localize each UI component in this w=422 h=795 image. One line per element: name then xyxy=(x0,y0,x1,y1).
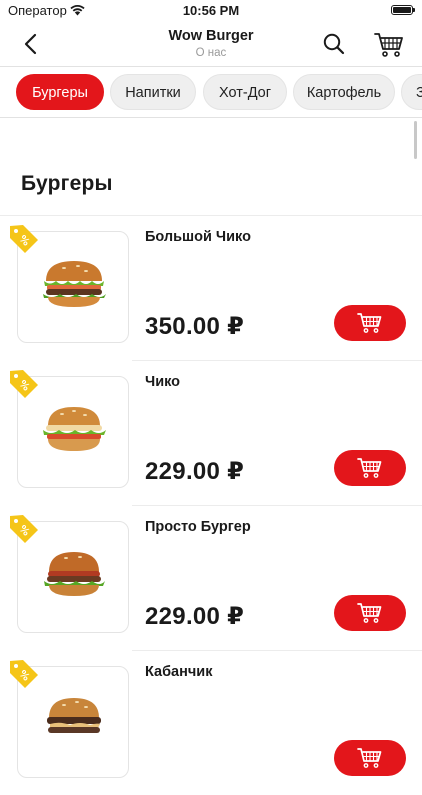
tab-hotdog[interactable]: Хот-Дог xyxy=(203,74,287,110)
product-name: Чико xyxy=(145,374,181,390)
divider xyxy=(132,360,422,361)
burger-image xyxy=(44,552,105,596)
discount-tag-icon: % xyxy=(10,225,38,253)
product-price: 229.00 ₽ xyxy=(145,458,245,485)
status-bar: Оператор 10:56 PM xyxy=(0,0,422,22)
product-card[interactable]: % Просто Бургер 229.00 ₽ xyxy=(0,505,422,650)
cart-add-icon xyxy=(357,603,382,623)
cart-add-icon xyxy=(357,748,382,768)
tab-burgers[interactable]: Бургеры xyxy=(16,74,104,110)
divider xyxy=(132,650,422,651)
about-link[interactable]: О нас xyxy=(0,47,422,59)
divider xyxy=(0,215,422,216)
cart-add-icon xyxy=(357,313,382,333)
cart-icon[interactable] xyxy=(373,29,405,59)
product-card[interactable]: % Кабанчик xyxy=(0,650,422,795)
tab-drinks[interactable]: Напитки xyxy=(110,74,196,110)
product-price: 350.00 ₽ xyxy=(145,313,245,340)
discount-tag-icon: % xyxy=(10,660,38,688)
battery-icon xyxy=(391,5,415,15)
burger-image xyxy=(43,261,106,307)
burger-image xyxy=(43,407,106,451)
add-to-cart-button[interactable] xyxy=(334,595,406,631)
product-price: 229.00 ₽ xyxy=(145,603,245,630)
tab-potato[interactable]: Картофель xyxy=(293,74,395,110)
product-name: Большой Чико xyxy=(145,229,251,245)
page-title: Wow Burger xyxy=(168,28,254,44)
add-to-cart-button[interactable] xyxy=(334,305,406,341)
status-time: 10:56 PM xyxy=(182,3,240,18)
search-icon[interactable] xyxy=(320,30,348,58)
category-tabs[interactable]: Бургеры Напитки Хот-Дог Картофель З xyxy=(0,67,422,117)
cart-add-icon xyxy=(357,458,382,478)
burger-image xyxy=(47,698,101,733)
divider xyxy=(132,505,422,506)
add-to-cart-button[interactable] xyxy=(334,450,406,486)
scroll-indicator xyxy=(414,121,417,159)
product-card[interactable]: % Большой Чико 350.00 ₽ xyxy=(0,215,422,360)
discount-tag-icon: % xyxy=(10,515,38,543)
product-name: Просто Бургер xyxy=(145,519,251,535)
section-title: Бургеры xyxy=(21,172,113,195)
tab-next[interactable]: З xyxy=(401,74,422,110)
navigation-bar: Wow Burger О нас xyxy=(0,22,422,66)
product-name: Кабанчик xyxy=(145,664,213,680)
product-card[interactable]: % Чико 229.00 ₽ xyxy=(0,360,422,505)
tabs-divider xyxy=(0,117,422,118)
discount-tag-icon: % xyxy=(10,370,38,398)
add-to-cart-button[interactable] xyxy=(334,740,406,776)
